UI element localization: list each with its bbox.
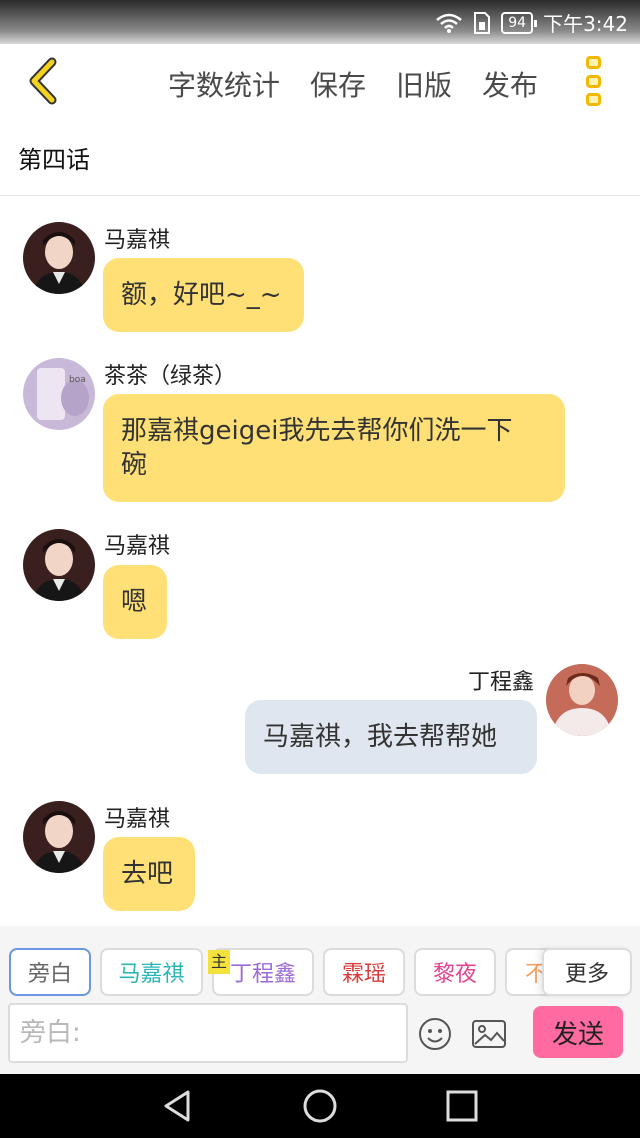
divider — [0, 195, 640, 196]
input-panel: 旁白 马嘉祺 丁程鑫 主 霖瑶 黎夜 不 更多 发送 — [0, 926, 640, 1074]
toolbar-actions: 字数统计 保存 旧版 发布 — [168, 64, 538, 104]
role-tab-linyao[interactable]: 霖瑶 — [323, 948, 405, 996]
publish-button[interactable]: 发布 — [482, 64, 538, 104]
speaker-name: 马嘉祺 — [104, 534, 171, 559]
menu-dot — [585, 74, 601, 88]
avatar-image — [23, 222, 95, 294]
message-bubble[interactable]: 马嘉祺，我去帮帮她 — [245, 700, 537, 774]
avatar-ma-jiaqi[interactable] — [23, 801, 95, 873]
svg-text:boa: boa — [69, 375, 86, 385]
save-button[interactable]: 保存 — [310, 64, 366, 104]
wifi-icon — [436, 13, 463, 33]
avatar-ma-jiaqi[interactable] — [23, 222, 95, 294]
speaker-name: 马嘉祺 — [104, 807, 171, 832]
more-roles-button[interactable]: 更多 — [542, 948, 632, 996]
old-version-button[interactable]: 旧版 — [396, 64, 452, 104]
avatar-image — [546, 664, 618, 736]
speaker-name: 马嘉祺 — [104, 228, 171, 253]
role-tab-narrator[interactable]: 旁白 — [9, 948, 91, 996]
role-tab-ma-jiaqi[interactable]: 马嘉祺 — [100, 948, 203, 996]
back-triangle-icon[interactable] — [160, 1088, 196, 1124]
message-bubble[interactable]: 去吧 — [103, 837, 195, 911]
avatar-image: boa — [23, 358, 95, 430]
back-arrow-icon[interactable] — [22, 56, 62, 106]
status-time: 下午3:42 — [543, 12, 628, 36]
owner-tag: 主 — [208, 950, 230, 974]
avatar-image — [23, 801, 95, 873]
emoji-icon[interactable] — [418, 1017, 452, 1051]
menu-dot — [585, 56, 601, 69]
avatar-ma-jiaqi[interactable] — [23, 529, 95, 601]
dialogue-input[interactable] — [8, 1003, 408, 1063]
more-menu-icon[interactable] — [584, 56, 602, 106]
system-nav-bar — [0, 1074, 640, 1138]
recent-apps-icon[interactable] — [444, 1088, 480, 1124]
role-tab-liye[interactable]: 黎夜 — [414, 948, 496, 996]
message-line: 那嘉祺geigei我先去帮你们洗一下 — [121, 416, 513, 446]
top-toolbar: 字数统计 保存 旧版 发布 — [0, 44, 640, 120]
message-bubble[interactable]: 额，好吧~_~ — [103, 258, 304, 332]
image-icon[interactable] — [471, 1018, 507, 1050]
home-circle-icon[interactable] — [302, 1088, 338, 1124]
message-line: 碗 — [121, 450, 148, 480]
status-icons: 94 下午3:42 — [435, 8, 628, 37]
send-button[interactable]: 发送 — [533, 1006, 623, 1058]
message-bubble[interactable]: 嗯 — [103, 565, 167, 639]
status-bar: 94 下午3:42 — [0, 0, 640, 44]
speaker-name: 茶茶（绿茶） — [104, 364, 237, 389]
chapter-title[interactable]: 第四话 — [18, 140, 90, 175]
word-count-button[interactable]: 字数统计 — [168, 64, 280, 104]
avatar-image — [23, 529, 95, 601]
sim-card-icon — [474, 11, 491, 34]
speaker-name: 丁程鑫 — [468, 670, 535, 695]
avatar-chacha[interactable]: boa — [23, 358, 95, 430]
battery-indicator: 94 — [501, 11, 537, 34]
avatar-ding-chengxin[interactable] — [546, 664, 618, 736]
message-bubble[interactable]: 那嘉祺geigei我先去帮你们洗一下 碗 — [103, 394, 565, 502]
menu-dot — [585, 93, 601, 106]
